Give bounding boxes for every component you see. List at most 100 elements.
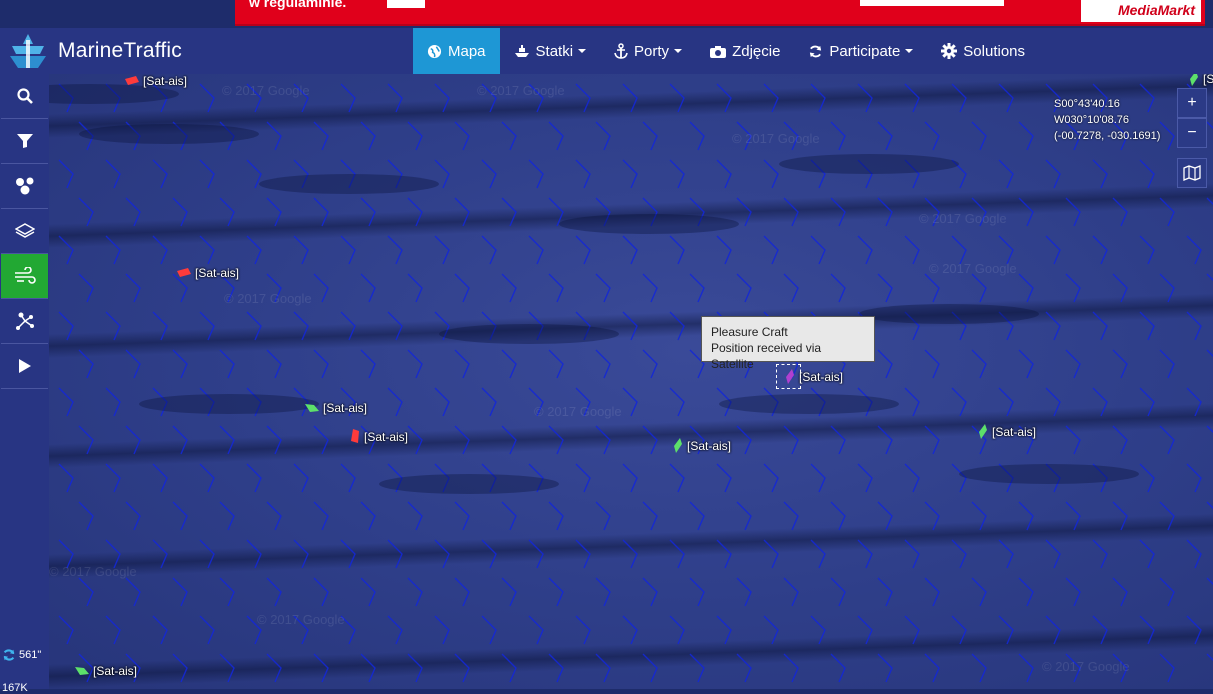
wind-arrow bbox=[407, 653, 423, 683]
nav-mapa[interactable]: Mapa bbox=[413, 28, 500, 74]
route-button[interactable] bbox=[1, 299, 48, 344]
wind-arrow bbox=[669, 615, 685, 645]
wind-arrow bbox=[360, 349, 376, 379]
wind-arrow bbox=[622, 235, 638, 265]
anchor-icon bbox=[614, 43, 628, 59]
ad-banner[interactable]: w regulaminie. MediaMarkt bbox=[235, 0, 1205, 26]
nav-zdjecie[interactable]: Zdjęcie bbox=[696, 28, 794, 74]
wind-arrow bbox=[481, 235, 497, 265]
wind-arrow bbox=[407, 577, 423, 607]
nav-solutions-label: Solutions bbox=[963, 42, 1026, 60]
wind-arrow bbox=[548, 197, 564, 227]
zoom-in-button[interactable]: + bbox=[1177, 88, 1207, 118]
wind-arrow bbox=[1159, 501, 1175, 531]
google-watermark: © 2017 Google bbox=[224, 291, 312, 306]
wind-arrow bbox=[830, 653, 846, 683]
wind-arrow bbox=[58, 159, 74, 189]
fleet-icon bbox=[15, 177, 33, 195]
vessel-marker[interactable]: [Sat-ais] bbox=[125, 74, 187, 88]
wind-arrow bbox=[246, 159, 262, 189]
wind-arrow bbox=[454, 425, 470, 455]
map-canvas[interactable]: © 2017 Google © 2017 Google © 2017 Googl… bbox=[49, 74, 1213, 689]
wind-arrow bbox=[716, 539, 732, 569]
ad-logo bbox=[387, 0, 425, 8]
wind-arrow bbox=[407, 273, 423, 303]
wind-arrow bbox=[172, 577, 188, 607]
wind-arrow bbox=[1186, 539, 1202, 569]
wind-arrow bbox=[1139, 463, 1155, 493]
wind-arrow bbox=[1045, 311, 1061, 341]
layers-button[interactable] bbox=[1, 209, 48, 254]
wind-arrow bbox=[857, 235, 873, 265]
nav-participate-label: Participate bbox=[829, 42, 901, 60]
vessel-marker[interactable]: [Sat-ais] bbox=[305, 401, 367, 415]
wind-arrow bbox=[971, 349, 987, 379]
vessel-icon bbox=[125, 76, 139, 85]
wind-arrow bbox=[78, 501, 94, 531]
vessel-marker[interactable]: [Sat-ais] bbox=[177, 266, 239, 280]
wind-arrow bbox=[857, 463, 873, 493]
zoom-out-button[interactable]: − bbox=[1177, 118, 1207, 148]
search-button[interactable] bbox=[1, 74, 48, 119]
wind-arrow bbox=[1018, 273, 1034, 303]
wind-arrow bbox=[642, 425, 658, 455]
left-toolbar: 561" 167K bbox=[0, 74, 49, 694]
vessel-marker[interactable]: [Sat-ais] bbox=[978, 424, 1036, 439]
nav-statki[interactable]: Statki bbox=[500, 28, 601, 74]
vessel-marker[interactable]: [Sat bbox=[1189, 74, 1213, 86]
vessel-marker[interactable]: [Sat-ais] bbox=[75, 664, 137, 678]
wind-arrow bbox=[172, 349, 188, 379]
wind-arrow bbox=[434, 83, 450, 113]
wind-arrow bbox=[971, 121, 987, 151]
nav-participate[interactable]: Participate bbox=[794, 28, 927, 74]
wind-arrow bbox=[575, 235, 591, 265]
vessel-label: [Sat-ais] bbox=[93, 664, 138, 678]
wind-arrow bbox=[1065, 273, 1081, 303]
wind-arrow bbox=[669, 83, 685, 113]
vessel-icon bbox=[177, 268, 191, 277]
nav-solutions[interactable]: Solutions bbox=[927, 28, 1039, 74]
wind-arrow bbox=[105, 387, 121, 417]
wind-button[interactable] bbox=[1, 254, 48, 299]
google-watermark: © 2017 Google bbox=[534, 404, 622, 419]
wind-arrow bbox=[857, 539, 873, 569]
wind-arrow bbox=[830, 577, 846, 607]
wind-arrow bbox=[58, 235, 74, 265]
map-type-button[interactable] bbox=[1177, 158, 1207, 188]
wind-arrow bbox=[454, 577, 470, 607]
refresh-counter-text: 561" bbox=[19, 649, 42, 661]
wind-arrow bbox=[481, 539, 497, 569]
wind-arrow bbox=[1112, 501, 1128, 531]
camera-icon bbox=[710, 45, 727, 58]
wind-arrow bbox=[125, 197, 141, 227]
wind-arrow bbox=[1186, 615, 1202, 645]
vessel-label: [Sat-ais] bbox=[687, 438, 732, 453]
vessel-marker[interactable]: [Sat-ais] bbox=[350, 429, 408, 444]
logo[interactable]: MarineTraffic bbox=[8, 32, 182, 70]
wind-arrow bbox=[1018, 653, 1034, 683]
wind-arrow bbox=[1206, 121, 1213, 129]
wind-arrow bbox=[951, 463, 967, 493]
play-button[interactable] bbox=[1, 344, 48, 389]
wind-arrow bbox=[783, 425, 799, 455]
wind-arrow bbox=[1159, 577, 1175, 607]
vessel-label: [Sat-ais] bbox=[992, 424, 1037, 439]
wind-arrow bbox=[387, 615, 403, 645]
filter-button[interactable] bbox=[1, 119, 48, 164]
wind-arrow bbox=[501, 121, 517, 151]
wind-arrow bbox=[971, 577, 987, 607]
chevron-down-icon bbox=[674, 49, 683, 53]
wind-arrow bbox=[152, 311, 168, 341]
wind-arrow bbox=[105, 311, 121, 341]
fleet-button[interactable] bbox=[1, 164, 48, 209]
wind-arrow bbox=[246, 463, 262, 493]
wind-arrow bbox=[1018, 577, 1034, 607]
wind-arrow bbox=[454, 273, 470, 303]
wind-arrow bbox=[501, 501, 517, 531]
wind-arrow bbox=[246, 235, 262, 265]
wind-arrow bbox=[595, 121, 611, 151]
wind-arrow bbox=[1045, 387, 1061, 417]
wind-arrow bbox=[313, 501, 329, 531]
vessel-marker[interactable]: [Sat-ais] bbox=[673, 438, 731, 453]
nav-porty[interactable]: Porty bbox=[600, 28, 696, 74]
